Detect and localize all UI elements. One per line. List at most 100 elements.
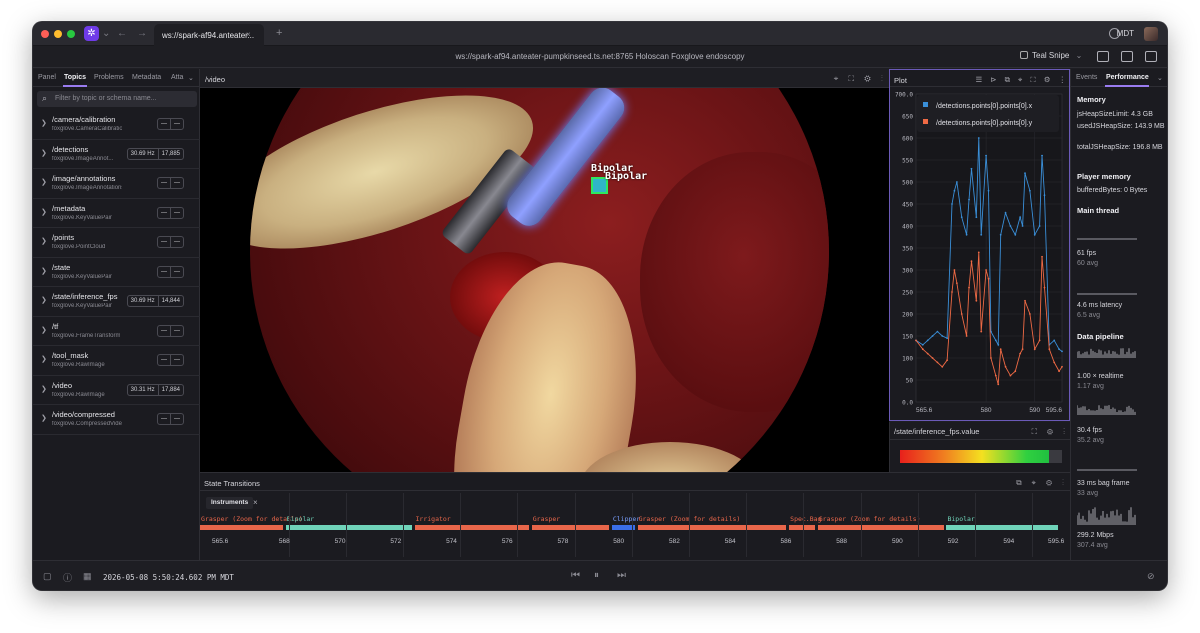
data-point[interactable]	[1028, 189, 1031, 192]
data-point[interactable]	[985, 269, 987, 271]
tab-metadata[interactable]: Metadata	[132, 74, 161, 81]
tab-topics[interactable]: Topics	[64, 74, 86, 81]
state-segment[interactable]	[531, 525, 609, 530]
video-panel-toolbar-icons[interactable]: ⌖ ⛶ ⚙ ⋮	[834, 74, 887, 84]
seek-backward-button[interactable]: ⏮	[571, 570, 580, 581]
video-panel-title[interactable]: /video	[205, 75, 225, 84]
state-segment[interactable]	[789, 525, 815, 530]
tab-events[interactable]: Events	[1076, 74, 1097, 81]
pause-button[interactable]: ⏸	[594, 570, 599, 581]
data-point[interactable]	[953, 189, 956, 192]
data-point[interactable]	[1043, 286, 1046, 289]
data-point[interactable]	[985, 154, 987, 157]
list-item[interactable]: ❯ /state foxglove.KeyValuePair — —	[33, 258, 200, 287]
data-point[interactable]	[994, 339, 997, 342]
data-point[interactable]	[999, 348, 1002, 351]
chevron-right-icon[interactable]: ❯	[41, 385, 47, 393]
info-icon[interactable]: ⓘ	[63, 571, 72, 584]
data-point[interactable]	[968, 286, 970, 289]
chevron-right-icon[interactable]: ❯	[41, 208, 47, 216]
state-segment[interactable]	[946, 525, 1058, 530]
data-point[interactable]	[965, 335, 968, 337]
gauge-panel[interactable]: /state/inference_fps.value ⛶ ⚙ ⋮	[889, 422, 1071, 472]
data-point[interactable]	[1019, 216, 1022, 219]
video-panel[interactable]: Bipolar Bipolar	[200, 88, 889, 472]
data-point[interactable]	[1014, 233, 1017, 236]
data-point[interactable]	[1043, 194, 1046, 197]
loop-off-icon[interactable]: ⊘	[1147, 571, 1155, 582]
state-panel-toolbar-icons[interactable]: ⧉ ⌖ ⚙ ⋮	[1016, 478, 1068, 488]
list-item[interactable]: ❯ /points foxglove.PointCloud — —	[33, 228, 200, 258]
list-item[interactable]: ❯ /detections foxglove.ImageAnnot... 30.69 …	[33, 140, 200, 169]
data-point[interactable]	[977, 251, 980, 254]
data-point[interactable]	[921, 348, 924, 351]
plot-panel-toolbar-icons[interactable]: ☰ ⊳ ⧉ ⌖ ⛶ ⚙ ⋮	[975, 75, 1069, 85]
data-point[interactable]	[946, 359, 949, 362]
list-item[interactable]: ❯ /tf foxglove.FrameTransform — —	[33, 317, 200, 346]
data-point[interactable]	[936, 330, 939, 333]
state-panel-title[interactable]: State Transitions	[204, 479, 260, 488]
data-point[interactable]	[1024, 172, 1026, 175]
data-point[interactable]	[997, 343, 1000, 346]
plot-panel-title[interactable]: Plot	[894, 76, 907, 85]
data-point[interactable]	[960, 216, 963, 219]
tabs-overflow-chevron-icon[interactable]: ⌄	[1157, 74, 1163, 82]
data-point[interactable]	[987, 277, 990, 280]
list-item[interactable]: ❯ /video/compressed foxglove.CompressedVid…	[33, 405, 200, 435]
data-point[interactable]	[1061, 350, 1063, 353]
data-point[interactable]	[953, 269, 956, 271]
chevron-right-icon[interactable]: ❯	[41, 326, 47, 334]
data-point[interactable]	[1004, 365, 1007, 368]
list-item[interactable]: ❯ /metadata foxglove.KeyValuePair — —	[33, 199, 200, 228]
chevron-right-icon[interactable]: ❯	[41, 149, 47, 157]
data-point[interactable]	[1048, 348, 1051, 351]
search-input[interactable]: Filter by topic or schema name...	[55, 95, 157, 102]
data-point[interactable]	[951, 203, 953, 205]
state-segment[interactable]	[817, 525, 944, 530]
data-point[interactable]	[1021, 348, 1024, 351]
calendar-icon[interactable]: ▦	[83, 571, 92, 582]
layout-button[interactable]: Teal Snipe ⌄	[1020, 51, 1082, 60]
data-point[interactable]	[1033, 348, 1036, 351]
legend-item[interactable]: /detections.points[0].points[0].x	[923, 102, 1032, 110]
chevron-right-icon[interactable]: ❯	[41, 355, 47, 363]
data-point[interactable]	[968, 198, 970, 201]
new-tab-button[interactable]: +	[276, 27, 282, 39]
data-point[interactable]	[1033, 233, 1036, 236]
data-point[interactable]	[1024, 299, 1026, 302]
data-point[interactable]	[1058, 370, 1060, 373]
left-sidebar-toggle-icon[interactable]	[1121, 51, 1133, 62]
seek-forward-button[interactable]: ⏭	[617, 570, 626, 581]
plot-panel[interactable]: Plot ☰ ⊳ ⧉ ⌖ ⛶ ⚙ ⋮ 0.0 50 100 150 200 250 300 3…	[889, 69, 1070, 421]
data-point[interactable]	[955, 282, 958, 285]
data-point[interactable]	[946, 337, 949, 340]
state-segment[interactable]	[414, 525, 529, 530]
data-point[interactable]	[987, 189, 990, 192]
data-point[interactable]	[975, 216, 978, 219]
data-point[interactable]	[941, 335, 944, 337]
tab-close-icon[interactable]: ×	[246, 30, 251, 39]
list-item[interactable]: ❯ /video foxglove.RawImage 30.31 Hz 17,884	[33, 376, 200, 405]
data-point[interactable]	[926, 339, 929, 342]
chevron-right-icon[interactable]: ❯	[41, 296, 47, 304]
data-point[interactable]	[1058, 348, 1060, 351]
chevron-right-icon[interactable]: ❯	[41, 178, 47, 186]
data-point[interactable]	[970, 167, 973, 170]
data-point[interactable]	[931, 357, 934, 359]
chevron-right-icon[interactable]: ❯	[41, 237, 47, 245]
gauge-panel-title[interactable]: /state/inference_fps.value	[894, 427, 979, 436]
chevron-down-icon[interactable]: ⌄	[102, 27, 110, 41]
avatar[interactable]	[1144, 27, 1158, 41]
list-item[interactable]: ❯ /image/annotations foxglove.ImageAnnotat…	[33, 169, 200, 199]
plot-chart[interactable]: 0.0 50 100 150 200 250 300 350 400 450 500 550 600 65…	[890, 88, 1069, 420]
data-point[interactable]	[1041, 255, 1043, 258]
data-point[interactable]	[1009, 225, 1012, 227]
data-point[interactable]	[1014, 370, 1017, 373]
maximize-window-button[interactable]	[67, 30, 75, 38]
data-point[interactable]	[941, 365, 944, 368]
topic-search-field[interactable]: ⌕ Filter by topic or schema name...	[37, 91, 197, 107]
state-segment[interactable]	[200, 525, 283, 530]
state-segment[interactable]	[285, 525, 412, 530]
data-point[interactable]	[997, 383, 1000, 386]
data-point[interactable]	[994, 374, 997, 377]
